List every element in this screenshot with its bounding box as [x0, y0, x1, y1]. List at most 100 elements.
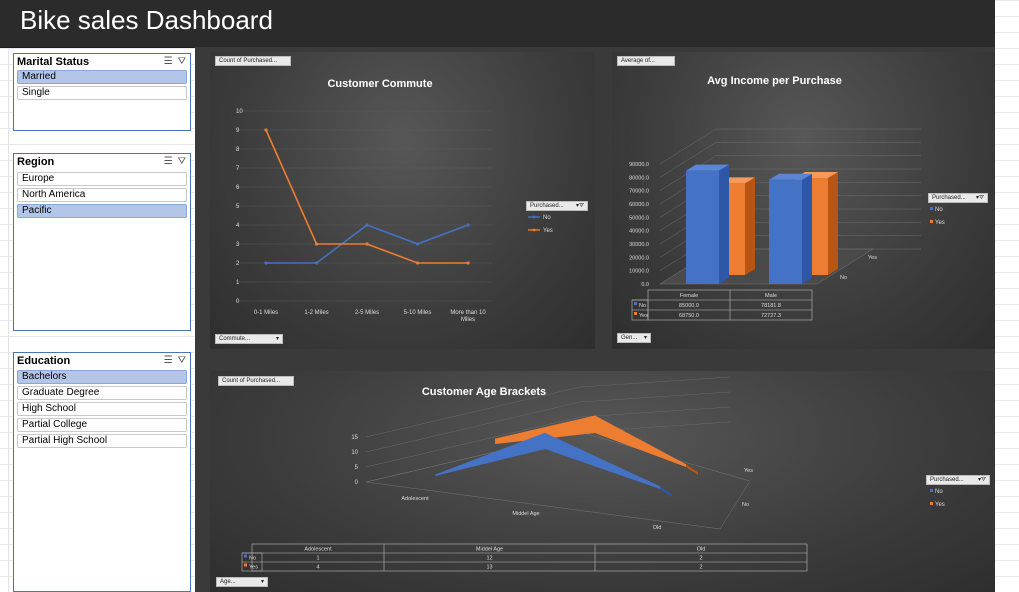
- data-point: [415, 242, 420, 246]
- filter-icon: ▾⛛: [975, 195, 984, 201]
- table-row-label: Yes: [639, 313, 648, 319]
- y-tick-label: 5: [236, 204, 240, 210]
- legend-label: Yes: [543, 228, 553, 234]
- legend-swatch: [930, 220, 933, 223]
- filter-icon: ▾⛛: [977, 477, 986, 483]
- data-point: [365, 242, 369, 246]
- slicer-item-north-america[interactable]: North America: [17, 188, 187, 202]
- slicer-header: Region: [17, 156, 55, 168]
- table-cell: 13: [486, 565, 492, 571]
- slicer-item-bachelors[interactable]: Bachelors: [17, 370, 187, 384]
- age-3d-area-chart: 0 5 10 15 Adolescent Middel Age Old No Yes Adoles…: [241, 376, 945, 572]
- y-tick-label: 60000.0: [629, 202, 649, 208]
- table-cell: 85000.0: [679, 303, 699, 309]
- y-tick-label: 10: [351, 450, 358, 456]
- slicer-region: Region ☰ ⛛ Europe North America Pacific: [13, 153, 191, 331]
- y-tick-label: 0: [236, 299, 240, 305]
- data-point: [264, 128, 268, 132]
- legend-label: No: [935, 489, 943, 495]
- dashboard-title: Bike sales Dashboard: [20, 5, 273, 35]
- table-cell: 1: [316, 556, 319, 562]
- y-tick-label: 2: [236, 261, 240, 267]
- y-tick-label: 10000.0: [629, 269, 649, 275]
- clear-filter-icon[interactable]: ⛛: [178, 56, 186, 67]
- bar-no: [686, 170, 719, 284]
- table-row-label: No: [249, 556, 256, 562]
- legend-field-button[interactable]: Purchased... ▾⛛: [526, 201, 588, 211]
- table-cell: 12: [486, 556, 492, 562]
- data-point: [264, 261, 268, 265]
- legend-field-label: Purchased...: [932, 195, 966, 201]
- y-tick-label: 6: [236, 185, 240, 191]
- table-legend-swatch: [634, 302, 637, 305]
- y-tick-label: 8: [236, 147, 240, 153]
- x-tick-label: Middel Age: [512, 511, 539, 517]
- age-chart-panel: Count of Purchased... Customer Age Brack…: [210, 371, 995, 592]
- y-tick-label: 15: [351, 435, 358, 441]
- slicer-education: Education ☰ ⛛ Bachelors Graduate Degree H…: [13, 352, 191, 592]
- multi-select-icon[interactable]: ☰: [164, 355, 173, 366]
- table-header: Old: [697, 547, 706, 553]
- dropdown-arrow-icon: ▾: [260, 579, 264, 585]
- table-row-label: No: [639, 303, 646, 309]
- area-yes-side: [686, 464, 698, 475]
- table-cell: 2: [699, 565, 702, 571]
- legend-field-button[interactable]: Purchased... ▾⛛: [928, 193, 988, 203]
- axis-field-button[interactable]: Age... ▾: [216, 577, 268, 587]
- x-tick-label: Miles: [461, 317, 475, 323]
- x-tick-label: 0-1 Miles: [254, 310, 278, 316]
- table-header: Adolescent: [304, 547, 332, 553]
- depth-label: Yes: [744, 468, 753, 474]
- legend-swatch: [930, 489, 933, 492]
- axis-field-label: Commute...: [219, 336, 251, 342]
- slicer-item-europe[interactable]: Europe: [17, 172, 187, 186]
- data-point: [466, 223, 470, 227]
- y-tick-label: 9: [236, 128, 240, 134]
- bar-no-side: [802, 173, 812, 284]
- y-tick-label: 0: [355, 480, 359, 486]
- legend-field-button[interactable]: Purchased... ▾⛛: [926, 475, 990, 485]
- y-tick-label: 5: [355, 465, 359, 471]
- slicer-item-partial-high-school[interactable]: Partial High School: [17, 434, 187, 448]
- bar-no-side: [719, 164, 729, 284]
- legend-swatch: [930, 502, 933, 505]
- slicer-item-graduate-degree[interactable]: Graduate Degree: [17, 386, 187, 400]
- y-tick-label: 30000.0: [629, 242, 649, 248]
- data-point: [314, 261, 319, 265]
- filter-icon: ▾⛛: [575, 203, 584, 209]
- depth-label: Yes: [868, 255, 877, 261]
- data-point: [466, 261, 470, 265]
- table-header: Male: [765, 293, 777, 299]
- legend-label: No: [543, 215, 551, 221]
- bar-no: [769, 179, 802, 284]
- data-point: [314, 242, 319, 246]
- dropdown-arrow-icon: ▾: [275, 336, 279, 342]
- data-point: [415, 261, 420, 265]
- slicer-item-single[interactable]: Single: [17, 86, 187, 100]
- clear-filter-icon[interactable]: ⛛: [178, 156, 186, 167]
- slicer-item-pacific[interactable]: Pacific: [17, 204, 187, 218]
- x-tick-label: 1-2 Miles: [304, 310, 328, 316]
- axis-field-button[interactable]: Commute... ▾: [215, 334, 283, 344]
- slicer-header: Marital Status: [17, 56, 90, 68]
- data-point: [365, 223, 369, 227]
- dropdown-arrow-icon: ▾: [643, 335, 647, 341]
- bar-yes-side: [828, 172, 838, 275]
- table-header: Female: [680, 293, 698, 299]
- table-legend-swatch: [244, 563, 247, 567]
- y-tick-label: 4: [236, 223, 240, 229]
- table-header: Middel Age: [476, 547, 503, 553]
- x-tick-label: Adolescent: [401, 496, 429, 502]
- x-tick-label: Old: [653, 525, 662, 531]
- slicer-item-partial-college[interactable]: Partial College: [17, 418, 187, 432]
- axis-field-button[interactable]: Gen... ▾: [617, 333, 651, 343]
- slicer-item-married[interactable]: Married: [17, 70, 187, 84]
- table-row-label: Yes: [249, 565, 258, 571]
- y-tick-label: 90000.0: [629, 162, 649, 168]
- y-tick-label: 80000.0: [629, 175, 649, 181]
- dashboard-title-bar: Bike sales Dashboard: [0, 0, 995, 48]
- multi-select-icon[interactable]: ☰: [164, 156, 173, 167]
- clear-filter-icon[interactable]: ⛛: [178, 355, 186, 366]
- slicer-item-high-school[interactable]: High School: [17, 402, 187, 416]
- multi-select-icon[interactable]: ☰: [164, 56, 173, 67]
